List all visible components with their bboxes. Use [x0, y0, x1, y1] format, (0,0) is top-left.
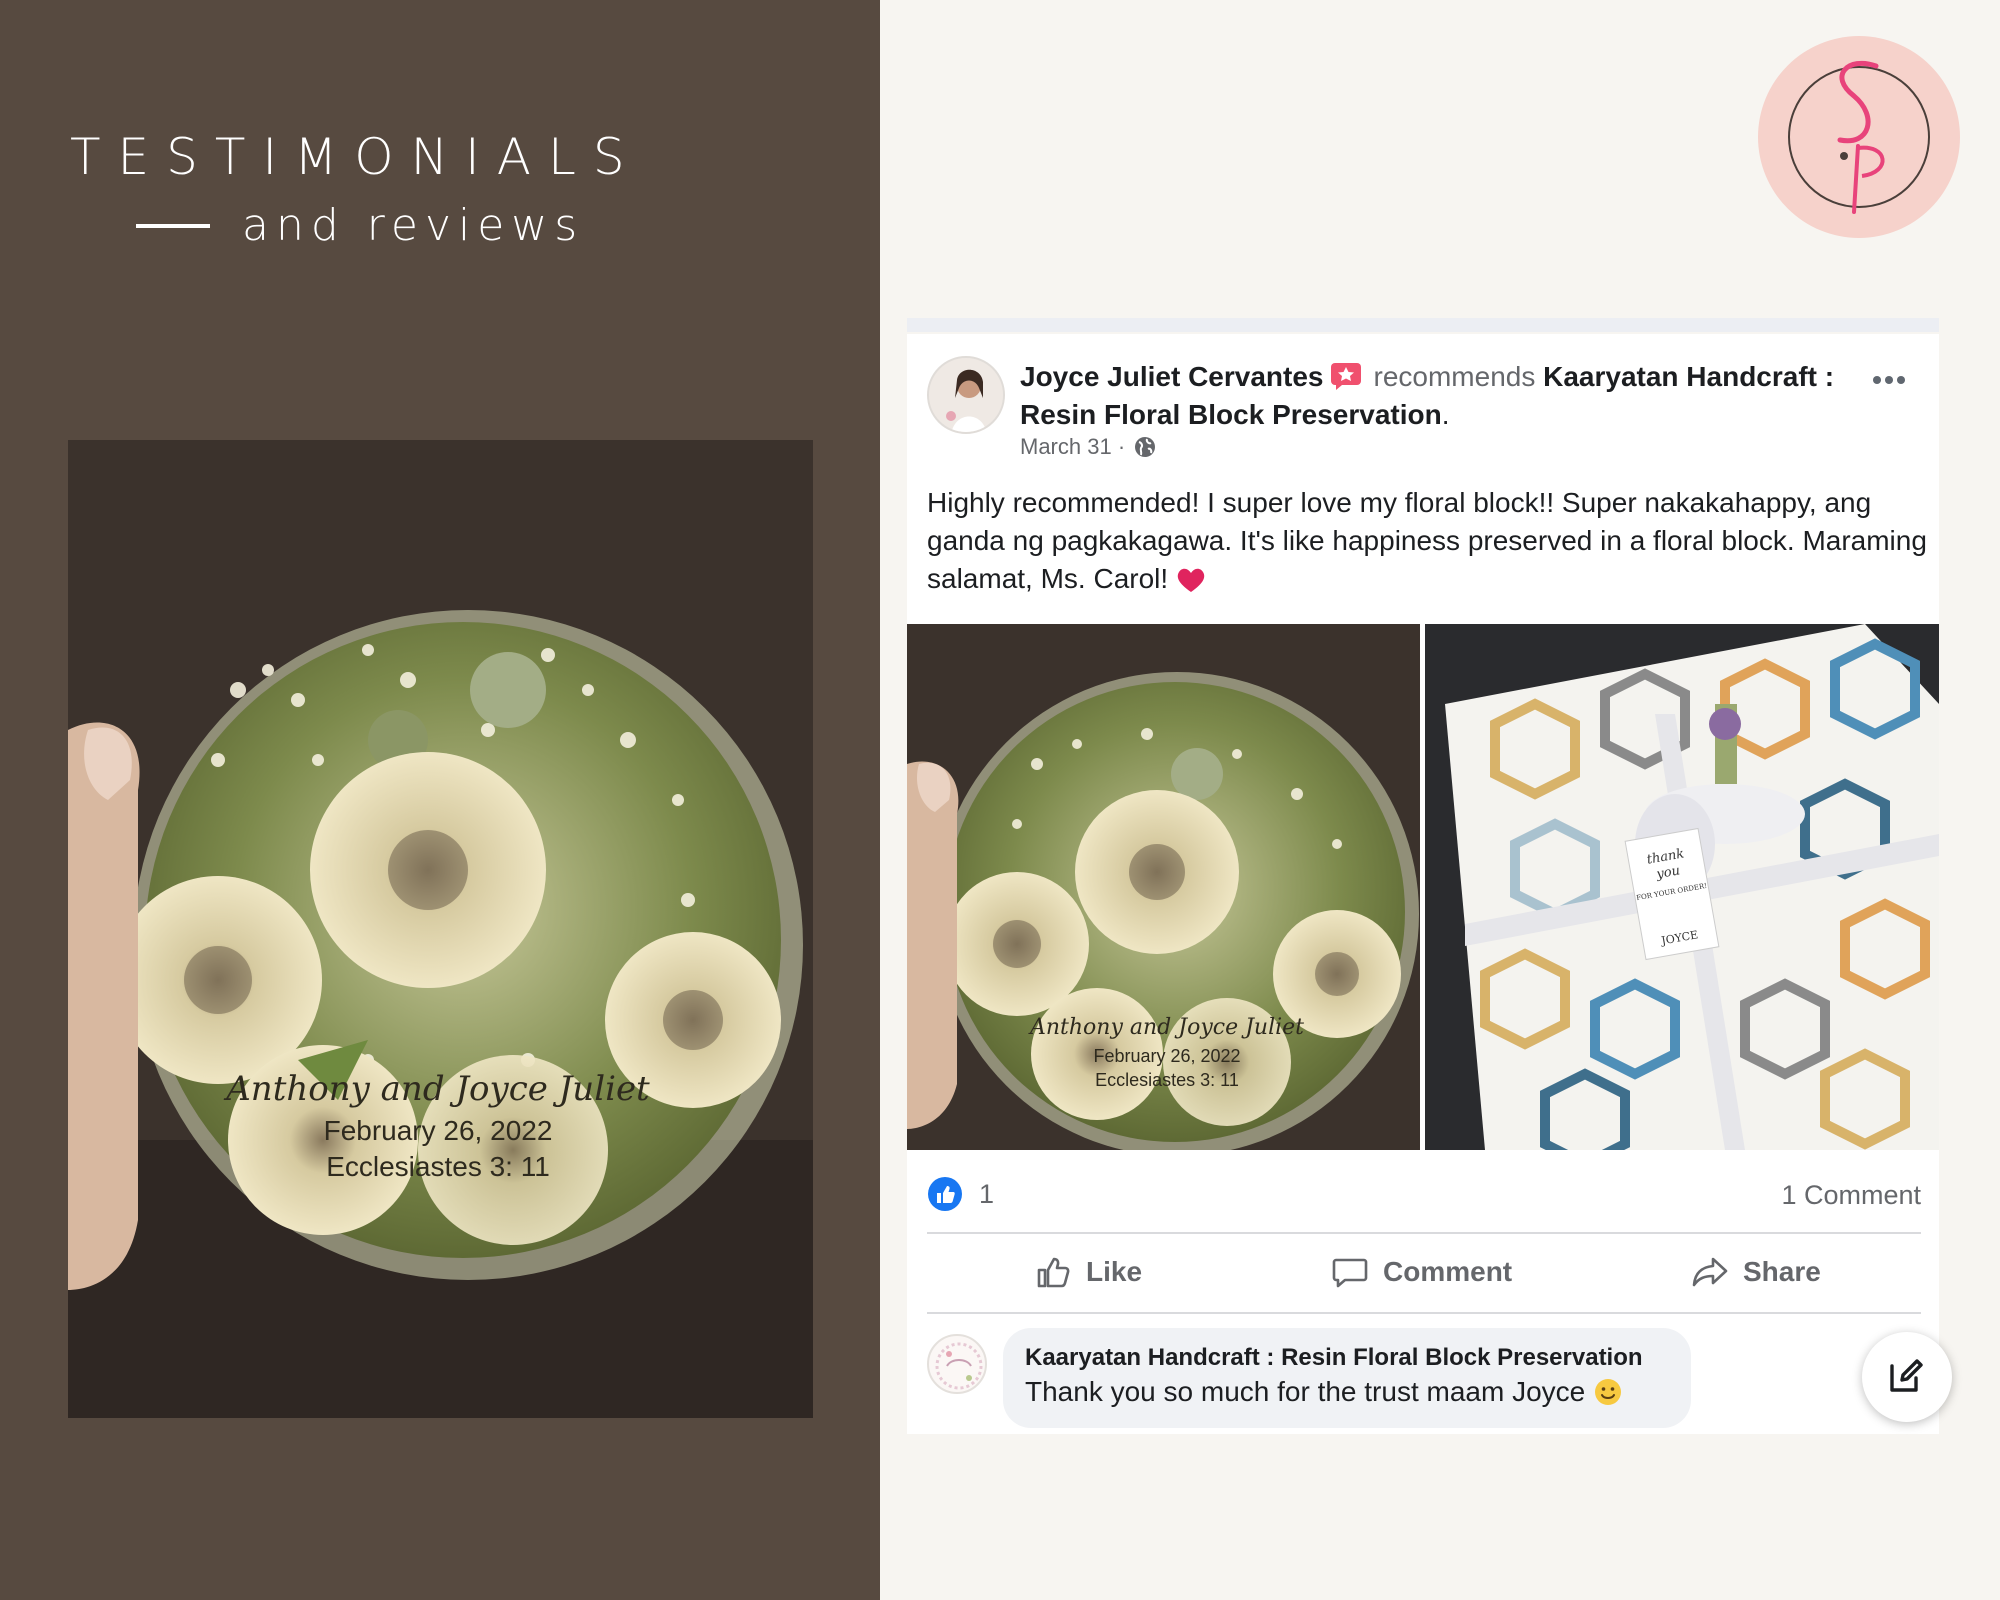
comment-icon	[1332, 1258, 1368, 1288]
post-date[interactable]: March 31 ·	[1020, 434, 1125, 460]
post-photo-floral-block[interactable]: Anthony and Joyce Juliet February 26, 20…	[907, 624, 1420, 1150]
comment-author[interactable]: Kaaryatan Handcraft : Resin Floral Block…	[1025, 1344, 1669, 1372]
post-meta: March 31 ·	[1020, 434, 1157, 460]
photo-engraving-date: February 26, 2022	[1093, 1046, 1240, 1066]
heart-icon	[1177, 568, 1205, 592]
photo-engraving-names: Anthony and Joyce Juliet	[1028, 1015, 1304, 1040]
share-label: Share	[1743, 1256, 1821, 1287]
author-name[interactable]: Joyce Juliet Cervantes	[1020, 361, 1324, 392]
divider	[927, 1232, 1921, 1234]
post-header: Joyce Juliet Cervantes recommends Kaaryat…	[1020, 361, 1835, 430]
like-button[interactable]: Like	[1034, 1246, 1142, 1298]
comment-text-row: Thank you so much for the trust maam Joy…	[1025, 1376, 1669, 1408]
author-avatar[interactable]	[927, 356, 1005, 434]
recommends-verb: recommends	[1373, 361, 1536, 392]
hero-engraving-verse: Ecclesiastes 3: 11	[326, 1151, 550, 1182]
divider	[927, 1312, 1921, 1314]
post-text: Highly recommended! I super love my flor…	[927, 487, 1927, 594]
smile-icon	[1595, 1379, 1622, 1405]
facebook-post-card: Joyce Juliet Cervantes recommends Kaaryat…	[907, 334, 1952, 1434]
commenter-avatar[interactable]	[927, 1334, 987, 1394]
comment-bubble: Kaaryatan Handcraft : Resin Floral Block…	[1003, 1328, 1691, 1428]
floral-block-photo: Anthony and Joyce Juliet February 26, 20…	[68, 440, 813, 1418]
like-label: Like	[1086, 1256, 1143, 1287]
post-body: Highly recommended! I super love my flor…	[927, 484, 1927, 598]
brand-logo	[1758, 36, 1960, 238]
more-icon[interactable]	[1869, 372, 1909, 388]
verified-badge-icon	[1330, 363, 1361, 390]
comment-count[interactable]: 1 Comment	[1781, 1180, 1921, 1211]
post-photo-gift-box[interactable]: thank you FOR YOUR ORDER! JOYCE	[1425, 624, 1939, 1150]
left-panel: TESTIMONIALS and reviews Anthony and Joy…	[0, 0, 880, 1600]
thumbs-up-icon	[1037, 1257, 1070, 1288]
hero-engraving-date: February 26, 2022	[324, 1115, 553, 1146]
reaction-summary[interactable]: 1	[927, 1174, 994, 1214]
slide-heading: TESTIMONIALS	[70, 128, 642, 186]
slide-subheading: and reviews	[242, 200, 585, 251]
comment-label: Comment	[1383, 1256, 1513, 1287]
hero-engraving-names: Anthony and Joyce Juliet	[223, 1069, 650, 1109]
compose-icon	[1890, 1359, 1923, 1392]
subheading-row: and reviews	[136, 200, 584, 251]
comment-button[interactable]: Comment	[1331, 1246, 1512, 1298]
like-badge-icon	[928, 1177, 962, 1211]
card-top-strip	[907, 318, 1939, 332]
comment-text: Thank you so much for the trust maam Joy…	[1025, 1376, 1586, 1407]
share-button[interactable]: Share	[1691, 1246, 1821, 1298]
subheading-rule	[136, 223, 210, 228]
photo-engraving-verse: Ecclesiastes 3: 11	[1095, 1070, 1239, 1090]
reaction-count: 1	[979, 1178, 995, 1209]
compose-button[interactable]	[1862, 1332, 1952, 1422]
globe-icon	[1135, 437, 1156, 457]
share-icon	[1692, 1257, 1728, 1287]
